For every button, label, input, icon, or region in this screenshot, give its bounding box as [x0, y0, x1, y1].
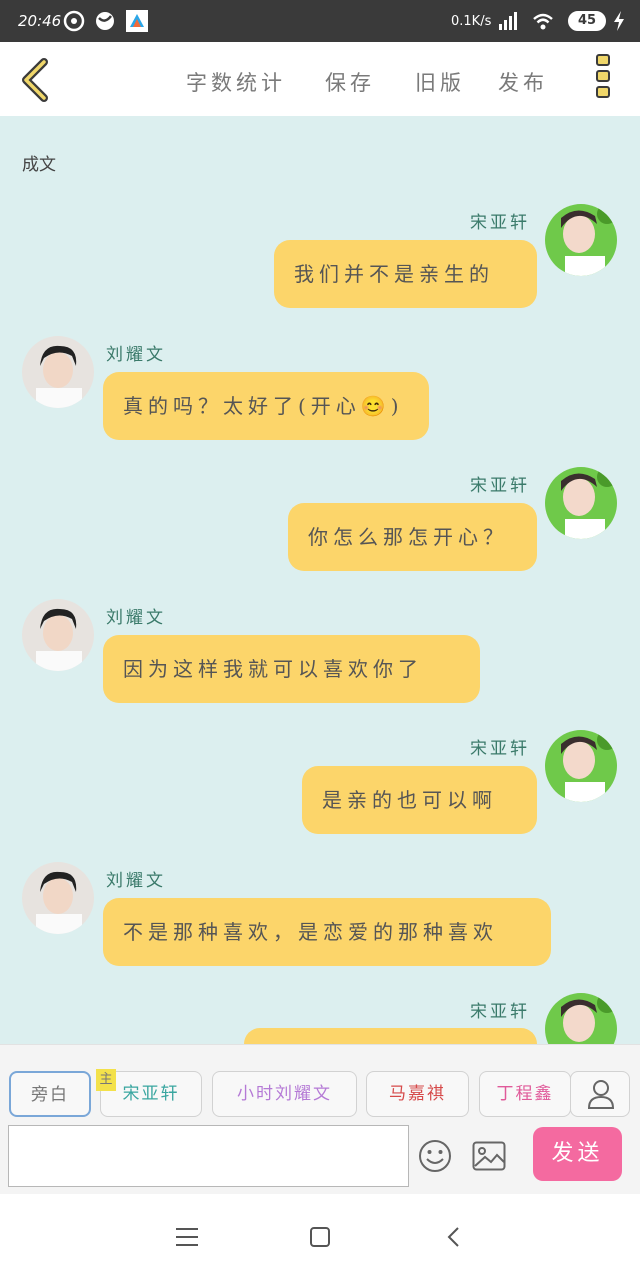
- image-icon[interactable]: [472, 1141, 506, 1171]
- net-speed: 0.1K/s: [451, 14, 492, 29]
- charging-icon: [614, 11, 624, 31]
- old-version-button[interactable]: 旧版: [415, 67, 465, 97]
- main-role-badge: 主: [96, 1069, 116, 1091]
- home-icon[interactable]: [310, 1227, 330, 1247]
- editor-header: 字数统计 保存 旧版 发布: [0, 42, 640, 116]
- menu-icon[interactable]: [176, 1228, 198, 1246]
- send-button[interactable]: 发送: [533, 1127, 622, 1181]
- sender-name: 宋亚轩: [470, 1002, 530, 1022]
- system-nav-bar: [0, 1194, 640, 1280]
- input-bar: 旁白 宋亚轩 主 小时刘耀文 马嘉祺 丁程鑫 发送: [0, 1044, 640, 1194]
- message-input[interactable]: [8, 1125, 409, 1187]
- more-menu-icon[interactable]: [596, 54, 614, 106]
- message-bubble[interactable]: 真的吗？太好了(开心😊): [103, 372, 429, 440]
- message-bubble[interactable]: 因为这样我就可以喜欢你了: [103, 635, 480, 703]
- back-arrow-icon[interactable]: [16, 56, 52, 104]
- message-bubble[interactable]: 是亲的也可以啊: [302, 766, 537, 834]
- sender-name: 宋亚轩: [470, 476, 530, 496]
- message-bubble[interactable]: [244, 1028, 537, 1044]
- message-bubble[interactable]: 我们并不是亲生的: [274, 240, 537, 308]
- sender-name: 刘耀文: [106, 871, 166, 891]
- avatar-song-yaxuan[interactable]: [545, 993, 617, 1044]
- narration-text: 成文: [22, 155, 56, 175]
- avatar-song-yaxuan[interactable]: [545, 204, 617, 276]
- sender-name: 刘耀文: [106, 345, 166, 365]
- avatar-liu-yaowen[interactable]: [22, 336, 94, 408]
- battery-icon: 45: [568, 11, 606, 31]
- avatar-song-yaxuan[interactable]: [545, 467, 617, 539]
- netease-icon: [63, 10, 85, 32]
- status-time: 20:46: [18, 12, 62, 30]
- role-chip-liu-yaowen[interactable]: 小时刘耀文: [212, 1071, 357, 1117]
- app-icon: [126, 10, 148, 32]
- role-chip-narration[interactable]: 旁白: [9, 1071, 91, 1117]
- role-chip-ma-jiaqi[interactable]: 马嘉祺: [366, 1071, 469, 1117]
- emoji-icon[interactable]: [418, 1139, 452, 1173]
- back-icon[interactable]: [446, 1226, 460, 1248]
- ball-icon: [96, 12, 114, 30]
- status-bar: 20:46 0.1K/s 45: [0, 0, 640, 42]
- chat-area[interactable]: 成文 宋亚轩 我们并不是亲生的 刘耀文 真的吗？太好了(开心😊) 宋亚轩 你怎么…: [0, 116, 640, 1044]
- avatar-liu-yaowen[interactable]: [22, 599, 94, 671]
- avatar-song-yaxuan[interactable]: [545, 730, 617, 802]
- message-bubble[interactable]: 不是那种喜欢，是恋爱的那种喜欢: [103, 898, 551, 966]
- person-icon: [587, 1080, 615, 1109]
- sender-name: 宋亚轩: [470, 739, 530, 759]
- message-bubble[interactable]: 你怎么那怎开心？: [288, 503, 537, 571]
- word-count-button[interactable]: 字数统计: [186, 67, 286, 97]
- sender-name: 宋亚轩: [470, 213, 530, 233]
- role-chip-ding-chengxin[interactable]: 丁程鑫: [479, 1071, 571, 1117]
- wifi-icon: [533, 13, 553, 30]
- avatar-liu-yaowen[interactable]: [22, 862, 94, 934]
- sender-name: 刘耀文: [106, 608, 166, 628]
- add-role-button[interactable]: [570, 1071, 630, 1117]
- signal-icon: [499, 12, 517, 30]
- publish-button[interactable]: 发布: [498, 67, 548, 97]
- save-button[interactable]: 保存: [325, 67, 375, 97]
